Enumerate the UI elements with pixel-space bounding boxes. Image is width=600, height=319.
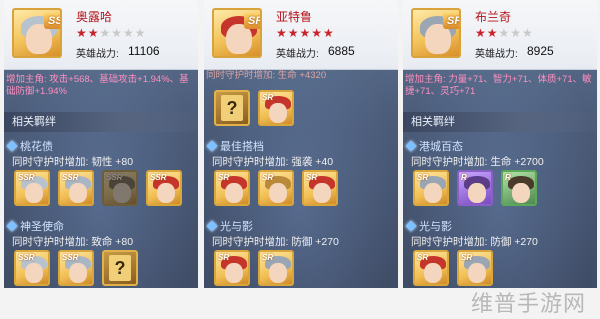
hero-portrait[interactable]: SR xyxy=(212,8,262,58)
hero-card[interactable]: SSR xyxy=(14,170,50,206)
hero-name: 奥露哈 xyxy=(76,10,113,24)
hero-portrait[interactable]: SSR xyxy=(12,8,62,58)
bond-desc: 同时守护时增加: 防御 +270 xyxy=(212,236,339,248)
bond-desc: 同时守护时增加: 防御 +270 xyxy=(411,236,538,248)
section-title: 相关羁绊 xyxy=(403,112,597,132)
bond-desc: 同时守护时增加: 强袭 +40 xyxy=(212,156,334,168)
diamond-icon xyxy=(405,140,417,152)
hero-panel-bulanqi: SR 布兰奇 ★★★★★ 英雄战力: 8925 增加主角: 力量+71、智力+7… xyxy=(403,0,597,288)
bond-cards: ? SR xyxy=(214,90,294,126)
bond-desc: 同时守护时增加: 致命 +80 xyxy=(12,236,134,248)
section-title: 相关羁绊 xyxy=(4,112,198,132)
diamond-icon xyxy=(6,140,18,152)
hero-card[interactable]: SR xyxy=(457,250,493,286)
hero-card[interactable]: SSR xyxy=(58,170,94,206)
hero-card[interactable]: SR xyxy=(258,250,294,286)
rank-badge: SSR xyxy=(44,13,60,29)
diamond-icon xyxy=(206,140,218,152)
hero-panel-yateru: SR 亚特鲁 ★★★★★ 英雄战力: 6885 同时守护时增加: 生命 +432… xyxy=(204,0,398,288)
bond-title: 光与影 xyxy=(405,218,452,234)
diamond-icon xyxy=(206,220,218,232)
power-label: 英雄战力: xyxy=(475,49,518,60)
hero-portrait[interactable]: SR xyxy=(411,8,461,58)
protagonist-bonus: 增加主角: 攻击+568、基础攻击+1.94%、基础防御+1.94% xyxy=(6,74,189,97)
hero-card[interactable]: SR xyxy=(258,90,294,126)
bond-desc: 同时守护时增加: 生命 +2700 xyxy=(411,156,544,168)
hero-card[interactable]: SSR xyxy=(14,250,50,286)
hero-card[interactable]: R xyxy=(501,170,537,206)
bond-cards: SR SR SR xyxy=(214,170,338,206)
protagonist-bonus: 增加主角: 力量+71、智力+71、体质+71、敏捷+71、灵巧+71 xyxy=(405,74,592,97)
bond-cards: SR R R xyxy=(413,170,537,206)
power-label: 英雄战力: xyxy=(76,49,119,60)
unknown-card[interactable]: ? xyxy=(102,250,138,286)
hero-header: SR 亚特鲁 ★★★★★ 英雄战力: 6885 xyxy=(204,0,398,70)
star-rating: ★★★★★★ xyxy=(76,26,147,40)
site-watermark: 维普手游网 xyxy=(470,292,586,317)
bond-cards: SR SR xyxy=(214,250,294,286)
hero-card[interactable]: SR xyxy=(413,170,449,206)
bond-title: 桃花债 xyxy=(6,138,53,154)
bond-desc: 同时守护时增加: 韧性 +80 xyxy=(12,156,134,168)
hero-header: SR 布兰奇 ★★★★★ 英雄战力: 8925 xyxy=(403,0,597,70)
hero-card[interactable]: SSR xyxy=(102,170,138,206)
star-rating: ★★★★★ xyxy=(276,26,335,40)
bond-desc-partial: 同时守护时增加: 生命 +4320 xyxy=(206,70,327,81)
hero-card[interactable]: SSR xyxy=(146,170,182,206)
rank-badge: SR xyxy=(443,13,459,29)
rank-badge: SR xyxy=(244,13,260,29)
unknown-card[interactable]: ? xyxy=(214,90,250,126)
hero-name: 布兰奇 xyxy=(475,10,512,24)
power-value: 6885 xyxy=(328,44,355,58)
hero-panel-aoluha: SSR 奥露哈 ★★★★★★ 英雄战力: 11106 增加主角: 攻击+568、… xyxy=(4,0,198,288)
bond-title: 光与影 xyxy=(206,218,253,234)
hero-card[interactable]: SR xyxy=(214,250,250,286)
hero-card[interactable]: SR xyxy=(413,250,449,286)
hero-card[interactable]: SR xyxy=(214,170,250,206)
bond-cards: SSR SSR ? xyxy=(14,250,138,286)
diamond-icon xyxy=(405,220,417,232)
bond-cards: SSR SSR SSR SSR xyxy=(14,170,182,206)
hero-card[interactable]: SR xyxy=(258,170,294,206)
bond-cards: SR SR xyxy=(413,250,493,286)
hero-name: 亚特鲁 xyxy=(276,10,313,24)
power-value: 11106 xyxy=(128,44,160,58)
power-value: 8925 xyxy=(527,44,554,58)
bond-title: 最佳搭档 xyxy=(206,138,264,154)
diamond-icon xyxy=(6,220,18,232)
hero-header: SSR 奥露哈 ★★★★★★ 英雄战力: 11106 xyxy=(4,0,198,70)
bond-title: 神圣使命 xyxy=(6,218,64,234)
star-rating: ★★★★★ xyxy=(475,26,534,40)
hero-card[interactable]: SR xyxy=(302,170,338,206)
power-label: 英雄战力: xyxy=(276,49,319,60)
hero-card[interactable]: R xyxy=(457,170,493,206)
hero-card[interactable]: SSR xyxy=(58,250,94,286)
bond-title: 港城百态 xyxy=(405,138,463,154)
